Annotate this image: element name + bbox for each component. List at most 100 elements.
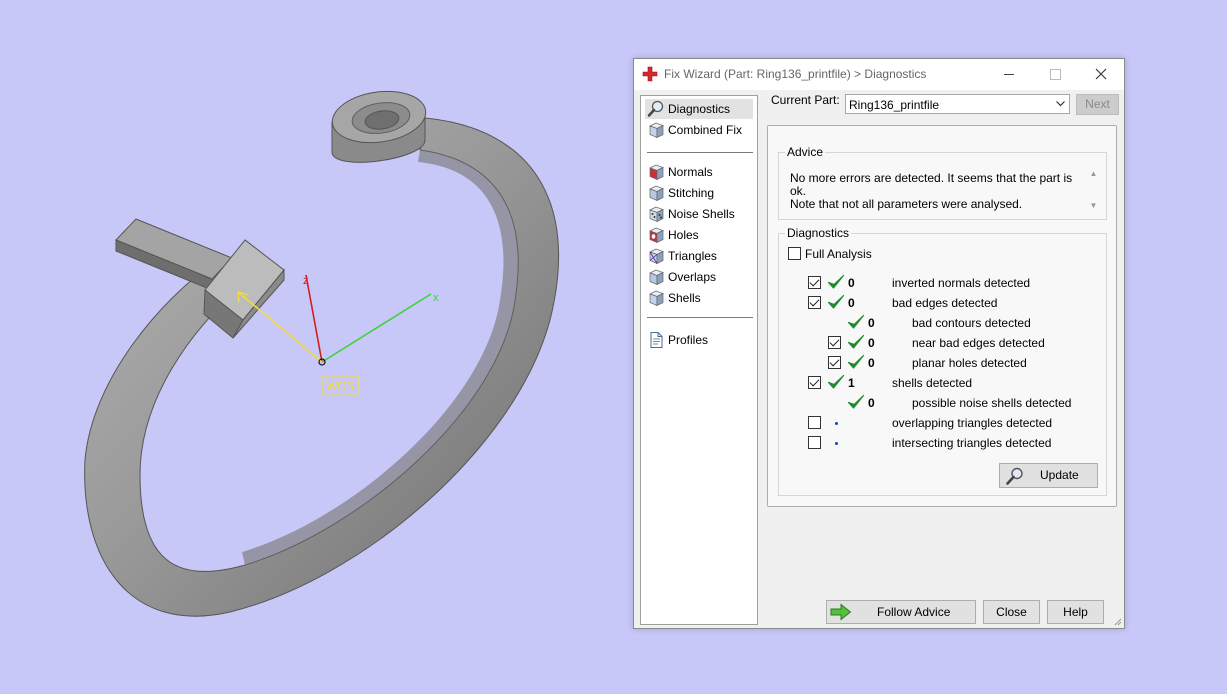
ring-model[interactable]: x z WCS: [0, 0, 620, 691]
update-button[interactable]: Update: [999, 463, 1098, 488]
follow-advice-button[interactable]: Follow Advice: [826, 600, 976, 624]
resize-grip-icon[interactable]: [1112, 616, 1122, 626]
diagnostics-title: Diagnostics: [785, 226, 852, 240]
not-analysed-dot-icon: [835, 422, 838, 425]
close-icon: [1095, 68, 1107, 80]
diagnostic-count: 0: [868, 336, 875, 350]
diagnostic-count: 0: [868, 316, 875, 330]
y-axis-line: [237, 291, 323, 363]
diagnostic-checkbox[interactable]: [808, 296, 821, 309]
advice-text: No more errors are detected. It seems th…: [790, 171, 1073, 211]
nav-item-shells[interactable]: Shells: [645, 288, 753, 308]
nav-item-label: Profiles: [668, 333, 709, 347]
diagnostics-panel: Advice No more errors are detected. It s…: [767, 125, 1117, 507]
green-check-icon: [847, 314, 865, 330]
holes-cube-icon: [647, 226, 665, 244]
nav-item-label: Triangles: [668, 249, 717, 263]
green-check-icon: [847, 334, 865, 350]
nav-item-normals[interactable]: Normals: [645, 162, 753, 182]
diagnostic-label: bad edges detected: [892, 296, 998, 310]
wcs-label: WCS: [326, 379, 354, 393]
diagnostic-checkbox[interactable]: [808, 276, 821, 289]
stitching-cube-icon: [647, 184, 665, 202]
next-button[interactable]: Next: [1076, 94, 1119, 115]
green-check-icon: [827, 274, 845, 290]
noise-shells-cube-icon: [647, 205, 665, 223]
nav-item-overlaps[interactable]: Overlaps: [645, 267, 753, 287]
x-axis-line: [321, 293, 432, 363]
nav-item-noise-shells[interactable]: Noise Shells: [645, 204, 753, 224]
diagnostic-count: 0: [868, 356, 875, 370]
x-axis-label: x: [433, 292, 439, 304]
diagnostic-label: overlapping triangles detected: [892, 416, 1053, 430]
full-analysis-label: Full Analysis: [805, 247, 872, 261]
nav-item-label: Holes: [668, 228, 699, 242]
advice-title: Advice: [785, 145, 826, 159]
scroll-up-icon[interactable]: ▲: [1085, 167, 1102, 181]
diagnostic-count: 0: [868, 396, 875, 410]
nav-separator: [647, 152, 753, 153]
chevron-down-icon: [1056, 101, 1065, 107]
advice-scrollbar[interactable]: ▲ ▼: [1085, 167, 1102, 213]
shells-cube-icon: [647, 289, 665, 307]
diagnostic-checkbox[interactable]: [808, 376, 821, 389]
nav-item-label: Noise Shells: [668, 207, 735, 221]
nav-item-label: Shells: [668, 291, 701, 305]
nav-item-holes[interactable]: Holes: [645, 225, 753, 245]
current-part-select[interactable]: Ring136_printfile: [845, 94, 1070, 114]
combined-fix-cube-icon: [647, 121, 665, 139]
green-check-icon: [827, 374, 845, 390]
nav-item-label: Overlaps: [668, 270, 717, 284]
diagnostics-magnifier-icon: [647, 100, 665, 118]
nav-item-label: Stitching: [668, 186, 715, 200]
nav-item-label: Normals: [668, 165, 713, 179]
nav-item-diagnostics[interactable]: Diagnostics: [645, 99, 753, 119]
triangles-cube-icon: [647, 247, 665, 265]
close-window-button[interactable]: [1078, 59, 1124, 90]
help-button[interactable]: Help: [1047, 600, 1104, 624]
nav-item-triangles[interactable]: Triangles: [645, 246, 753, 266]
nav-item-label: Combined Fix: [668, 123, 743, 137]
scroll-down-icon[interactable]: ▼: [1085, 199, 1102, 213]
green-check-icon: [847, 394, 865, 410]
full-analysis-checkbox[interactable]: [788, 247, 801, 260]
diagnostic-label: intersecting triangles detected: [892, 436, 1052, 450]
diagnostic-checkbox[interactable]: [828, 356, 841, 369]
update-label: Update: [1040, 468, 1079, 482]
green-check-icon: [827, 294, 845, 310]
z-axis-label: z: [303, 275, 309, 287]
current-part-label: Current Part:: [771, 93, 840, 107]
nav-item-stitching[interactable]: Stitching: [645, 183, 753, 203]
profiles-document-icon: [647, 331, 665, 349]
current-part-value: Ring136_printfile: [849, 98, 940, 112]
3d-viewport[interactable]: x z WCS: [0, 0, 620, 691]
diagnostics-group: Diagnostics Full Analysis Update 0 invert…: [778, 226, 1107, 496]
diagnostic-label: inverted normals detected: [892, 276, 1031, 290]
normals-cube-icon: [647, 163, 665, 181]
diagnostic-checkbox[interactable]: [828, 336, 841, 349]
minimize-button[interactable]: [986, 59, 1032, 90]
magnifier-icon: [1006, 467, 1023, 485]
nav-item-combined-fix[interactable]: Combined Fix: [645, 120, 753, 140]
nav-item-label: Diagnostics: [668, 102, 731, 116]
close-button[interactable]: Close: [983, 600, 1040, 624]
diagnostic-label: possible noise shells detected: [912, 396, 1072, 410]
maximize-button[interactable]: [1032, 59, 1078, 90]
red-cross-icon: [642, 66, 658, 82]
nav-separator: [647, 317, 753, 318]
overlaps-cube-icon: [647, 268, 665, 286]
diagnostic-count: 0: [848, 296, 855, 310]
diagnostic-label: shells detected: [892, 376, 973, 390]
follow-advice-label: Follow Advice: [877, 605, 951, 619]
fix-wizard-dialog: Fix Wizard (Part: Ring136_printfile) > D…: [633, 58, 1125, 629]
title-bar[interactable]: Fix Wizard (Part: Ring136_printfile) > D…: [634, 59, 1124, 90]
wizard-navigation: Diagnostics Combined Fix Normals Stitching N…: [640, 95, 758, 625]
z-axis-line: [305, 274, 323, 363]
not-analysed-dot-icon: [835, 442, 838, 445]
nav-item-profiles[interactable]: Profiles: [645, 330, 753, 350]
green-check-icon: [847, 354, 865, 370]
diagnostic-label: planar holes detected: [912, 356, 1027, 370]
diagnostic-checkbox[interactable]: [808, 436, 821, 449]
diagnostic-count: 0: [848, 276, 855, 290]
diagnostic-checkbox[interactable]: [808, 416, 821, 429]
